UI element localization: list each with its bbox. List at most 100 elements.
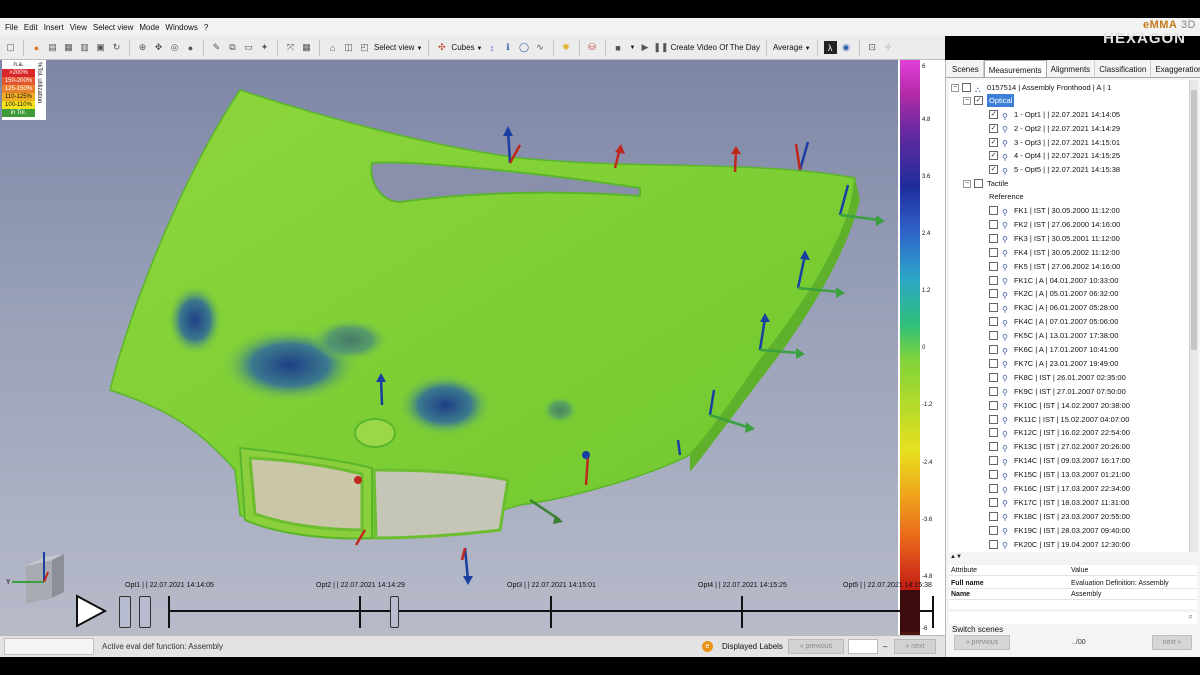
optical-item-checkbox[interactable]: ✓ [989,151,998,161]
home-icon[interactable]: ⌂ [326,41,339,54]
tactile-item[interactable]: ⚲ FK2 | IST | 27.06.2000 14:16:00 [989,218,1120,231]
create-video-button[interactable]: Create Video Of The Day [670,43,760,52]
paste-icon[interactable]: ▭ [242,41,255,54]
tree-scrollbar[interactable] [1189,80,1198,552]
timeline-tick[interactable] [741,596,743,628]
tactile-item[interactable]: ⚲ FK4 | IST | 30.05.2002 11:12:00 [989,246,1120,259]
menu-mode[interactable]: Mode [136,23,162,32]
tactile-item-checkbox[interactable] [989,247,998,257]
save-icon[interactable]: ▦ [62,41,75,54]
tactile-item-checkbox[interactable] [989,331,998,341]
labels-next-button[interactable]: » next [894,639,936,654]
tactile-item-checkbox[interactable] [989,206,998,215]
tactile-item-checkbox[interactable] [989,428,998,438]
tactile-item-checkbox[interactable] [989,484,998,493]
optical-item-checkbox[interactable]: ✓ [989,123,998,133]
tactile-item[interactable]: ⚲ FK20C | IST | 19.04.2007 12:30:00 [989,538,1130,551]
tactile-item[interactable]: ⚲ FK1C | A | 04.01.2007 10:33:00 [989,274,1118,287]
ring-icon[interactable]: ◯ [518,41,531,54]
render-icon[interactable]: ● [184,41,197,54]
tactile-item-checkbox[interactable] [989,497,998,507]
tactile-item[interactable]: ⚲ FK10C | IST | 14.02.2007 20:38:00 [989,399,1130,412]
menu-file[interactable]: File [2,23,21,32]
select-view-dropdown[interactable]: Select view ▼ [374,43,422,52]
tactile-item-checkbox[interactable] [989,400,998,410]
timeline-pause-left[interactable] [119,596,131,628]
optical-item[interactable]: ✓ ⚲ 1 - Opt1 | | 22.07.2021 14:14:05 [989,108,1120,121]
tactile-item[interactable]: ⚲ FK19C | IST | 28.03.2007 09:40:00 [989,524,1130,537]
pan-icon[interactable]: ✥ [152,41,165,54]
tactile-item[interactable]: ⚲ FK4C | A | 07.01.2007 05:06:00 [989,315,1118,328]
search-icon[interactable]: ⌕ [1189,612,1193,622]
lightbulb-icon[interactable]: ✺ [560,41,573,54]
attribute-search-input[interactable]: ⌕ [949,612,1197,624]
tactile-item[interactable]: ⚲ FK18C | IST | 23.03.2007 20:55:00 [989,510,1130,523]
tactile-item[interactable]: ⚲ FK15C | IST | 13.03.2007 01:21:00 [989,468,1130,481]
edit-icon[interactable]: ✎ [210,41,223,54]
tactile-item[interactable]: ⚲ FK12C | IST | 16.02.2007 22:54:00 [989,426,1130,439]
labels-previous-button[interactable]: « previous [788,639,844,654]
hood-model[interactable] [0,60,898,635]
tactile-item[interactable]: ⚲ FK9C | IST | 27.01.2007 07:50:00 [989,385,1126,398]
tree-scrollbar-thumb[interactable] [1191,90,1197,350]
menu-insert[interactable]: Insert [41,23,67,32]
tactile-item-checkbox[interactable] [989,261,998,271]
menu-windows[interactable]: Windows [162,23,200,32]
optical-item[interactable]: ✓ ⚲ 4 - Opt4 | | 22.07.2021 14:15:25 [989,149,1120,162]
open-icon[interactable]: ▤ [46,41,59,54]
labels-icon[interactable]: e [702,641,713,652]
tactile-item[interactable]: ⚲ FK3 | IST | 30.05.2001 11:12:00 [989,232,1120,245]
timeline-tick[interactable] [550,596,552,628]
tactile-item-checkbox[interactable] [989,303,998,313]
zoom-icon[interactable]: ⊕ [136,41,149,54]
tactile-item-checkbox[interactable] [989,219,998,229]
average-dropdown[interactable]: Average ▼ [773,43,811,52]
timeline-play-button[interactable] [74,594,108,628]
tactile-item[interactable]: ⚲ FK11C | IST | 15.02.2007 04:07:00 [989,413,1129,426]
labels-page-input[interactable] [848,639,878,654]
tactile-item-checkbox[interactable] [989,414,998,424]
tactile-item-checkbox[interactable] [989,289,998,299]
tab-measurements[interactable]: Measurements [983,60,1047,77]
crosshair-icon[interactable]: ✛ [882,41,895,54]
signal-icon[interactable]: ∿ [534,41,547,54]
optical-item[interactable]: ✓ ⚲ 3 - Opt3 | | 22.07.2021 14:15:01 [989,136,1120,149]
tactile-item[interactable]: ⚲ FK16C | IST | 17.03.2007 22:34:00 [989,482,1130,495]
tactile-item[interactable]: ⚲ FK5C | A | 13.01.2007 17:38:00 [989,329,1118,342]
collapse-icon[interactable]: − [951,83,959,92]
splitter-arrows-icon[interactable]: ▲▼ [950,554,962,560]
measure-line-icon[interactable]: ↕ [486,41,499,54]
collapse-icon[interactable]: − [963,179,971,188]
tactile-item-checkbox[interactable] [989,233,998,243]
tree-tactile[interactable]: − Tactile [963,177,1008,190]
tab-classification[interactable]: Classification [1095,60,1152,77]
tactile-item-checkbox[interactable] [989,358,998,368]
tactile-item-checkbox[interactable] [989,317,998,327]
stack-icon[interactable]: ⛁ [586,41,599,54]
tactile-item[interactable]: ⚲ FK13C | IST | 27.02.2007 20:26:00 [989,440,1130,453]
screenshot-icon[interactable]: ⊡ [866,41,879,54]
info-icon[interactable]: ℹ [502,41,515,54]
3d-viewport[interactable] [0,60,898,635]
save-as-icon[interactable]: ▥ [78,41,91,54]
tactile-item[interactable]: ⚲ FK7C | A | 23.01.2007 19:49:00 [989,357,1118,370]
tactile-item[interactable]: ⚲ FK14C | IST | 09.03.2007 16:17:00 [989,454,1130,467]
tree-root[interactable]: − ⛬ 0157514 | Assembly Fronthood | A | 1 [951,81,1111,94]
tactile-item-checkbox[interactable] [989,386,998,396]
camera-icon[interactable]: ■ [612,41,625,54]
tactile-item-checkbox[interactable] [989,275,998,285]
scenes-next-button[interactable]: next » [1152,635,1192,650]
pause-icon[interactable]: ❚❚ [653,41,668,54]
tactile-checkbox[interactable] [974,179,983,188]
window-icon[interactable]: ▢ [4,41,17,54]
optical-item[interactable]: ✓ ⚲ 5 - Opt5 | | 22.07.2021 14:15:38 [989,163,1120,176]
scenes-previous-button[interactable]: « previous [954,635,1010,650]
menu-edit[interactable]: Edit [21,23,41,32]
play-icon[interactable]: ▶ [638,41,651,54]
axes-icon[interactable]: ✣ [435,41,448,54]
view-iso-icon[interactable]: ◰ [358,41,371,54]
tactile-item[interactable]: ⚲ FK3C | A | 06.01.2007 05:28:00 [989,301,1118,314]
tactile-item-checkbox[interactable] [989,525,998,535]
tactile-item[interactable]: ⚲ FK1 | IST | 30.05.2000 11:12:00 [989,204,1120,217]
tactile-item-checkbox[interactable] [989,372,998,382]
